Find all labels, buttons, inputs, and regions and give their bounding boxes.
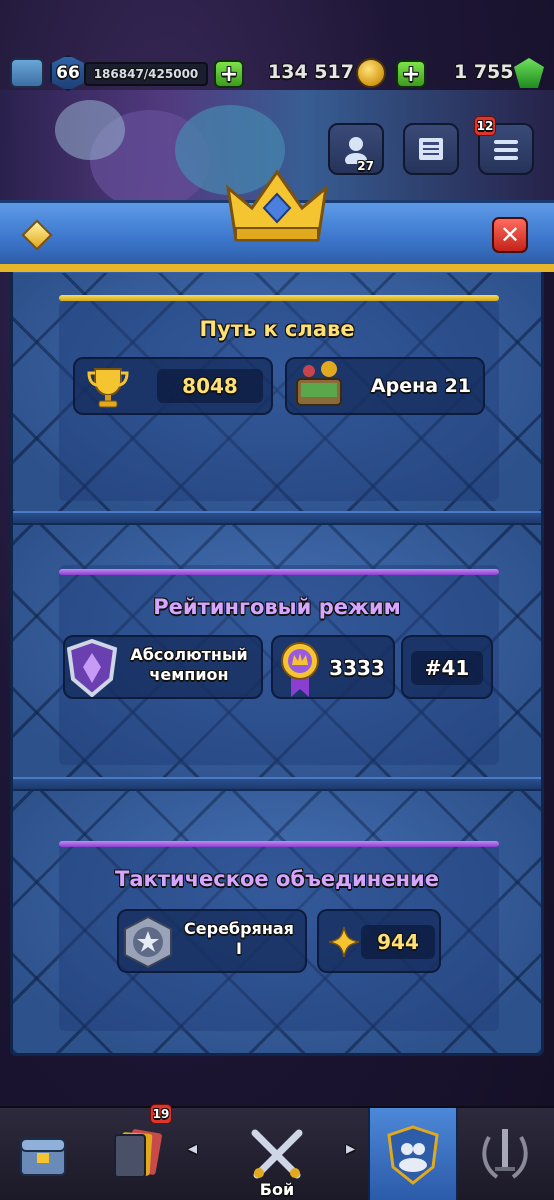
tactics-league-line1: Серебряная (184, 919, 294, 938)
diamond-icon (21, 219, 53, 251)
tactics-points-box: 944 (317, 909, 441, 973)
tactics-league-line2: I (236, 939, 242, 958)
tab-shop[interactable] (6, 1116, 80, 1194)
rating-value: 3333 (329, 656, 385, 680)
trophies-box: 8048 (73, 357, 273, 415)
experience-progress: 186847/425000 (84, 62, 208, 86)
section-divider (13, 511, 541, 525)
trophy-icon (87, 368, 129, 408)
crown-icon (225, 169, 329, 242)
rank-value: #41 (411, 651, 483, 685)
champion-shield-icon (67, 639, 117, 697)
add-gems-button[interactable]: + (396, 60, 426, 88)
tactics-league-name: Серебряная I (171, 919, 307, 959)
silver-league-icon (124, 915, 172, 969)
add-gold-button[interactable]: + (214, 60, 244, 88)
gold-amount: 134 517 (268, 61, 354, 83)
menu-notification-badge: 12 (474, 116, 496, 136)
tab-clan[interactable] (376, 1116, 450, 1194)
laurel-sword-icon (482, 1129, 528, 1179)
tactics-league-box[interactable]: Серебряная I (117, 909, 307, 973)
friends-button[interactable]: 27 (328, 123, 384, 175)
bottom-navigation: 19 ◂ Бой ▸ (0, 1104, 554, 1200)
cards-icon (114, 1129, 162, 1178)
league-box[interactable]: Абсолютный чемпион (63, 635, 263, 699)
path-of-legends-section: Путь к славе 8048 Арена 21 (13, 273, 541, 513)
league-name-line2: чемпион (149, 665, 229, 684)
league-name: Абсолютный чемпион (117, 645, 261, 685)
arena-icon (296, 361, 342, 406)
section-title: Тактическое объединение (115, 867, 439, 891)
newspaper-icon (419, 138, 443, 160)
hamburger-icon (494, 140, 518, 160)
rating-box: 3333 (271, 635, 395, 699)
cards-notification-badge: 19 (150, 1104, 172, 1124)
nav-left-arrow[interactable]: ◂ (188, 1138, 197, 1159)
chest-icon (20, 1138, 66, 1176)
profile-stats-panel: Путь к славе 8048 Арена 21 Рейтинговый р… (10, 210, 544, 1056)
crossed-swords-icon (251, 1129, 303, 1179)
section-title: Путь к славе (199, 317, 355, 341)
section-title: Рейтинговый режим (153, 595, 401, 619)
rank-box: #41 (401, 635, 493, 699)
gold-coin-icon (356, 58, 386, 88)
arena-box[interactable]: Арена 21 (285, 357, 485, 415)
medal-icon (281, 642, 319, 697)
purple-divider-line (59, 841, 499, 847)
friends-count: 27 (357, 159, 374, 173)
section-divider (13, 777, 541, 791)
purple-divider-line (59, 569, 499, 575)
news-button[interactable] (403, 123, 459, 175)
battle-tab-label: Бой (259, 1180, 295, 1199)
tab-events[interactable] (468, 1116, 542, 1194)
tactics-points: 944 (361, 925, 435, 959)
close-button[interactable]: ✕ (492, 217, 528, 253)
gems-amount: 1 755 (454, 61, 514, 83)
nav-right-arrow[interactable]: ▸ (346, 1138, 355, 1159)
ranked-mode-section: Рейтинговый режим Абсолютный чемпион 333… (13, 525, 541, 787)
trophy-count: 8048 (157, 369, 263, 403)
merge-tactics-section: Тактическое объединение Серебряная I 944 (13, 791, 541, 1053)
tab-cards[interactable] (100, 1116, 174, 1194)
gold-divider-line (59, 295, 499, 301)
clan-shield-icon (387, 1125, 439, 1185)
arena-name: Арена 21 (370, 375, 472, 397)
top-hud: 66 186847/425000 + 134 517 + 1 755 (0, 52, 554, 96)
league-name-line1: Абсолютный (130, 645, 248, 664)
king-level-badge: 66 (50, 55, 86, 91)
experience-icon[interactable] (10, 58, 44, 88)
sparkle-star-icon (328, 926, 360, 958)
gem-icon (514, 58, 544, 88)
